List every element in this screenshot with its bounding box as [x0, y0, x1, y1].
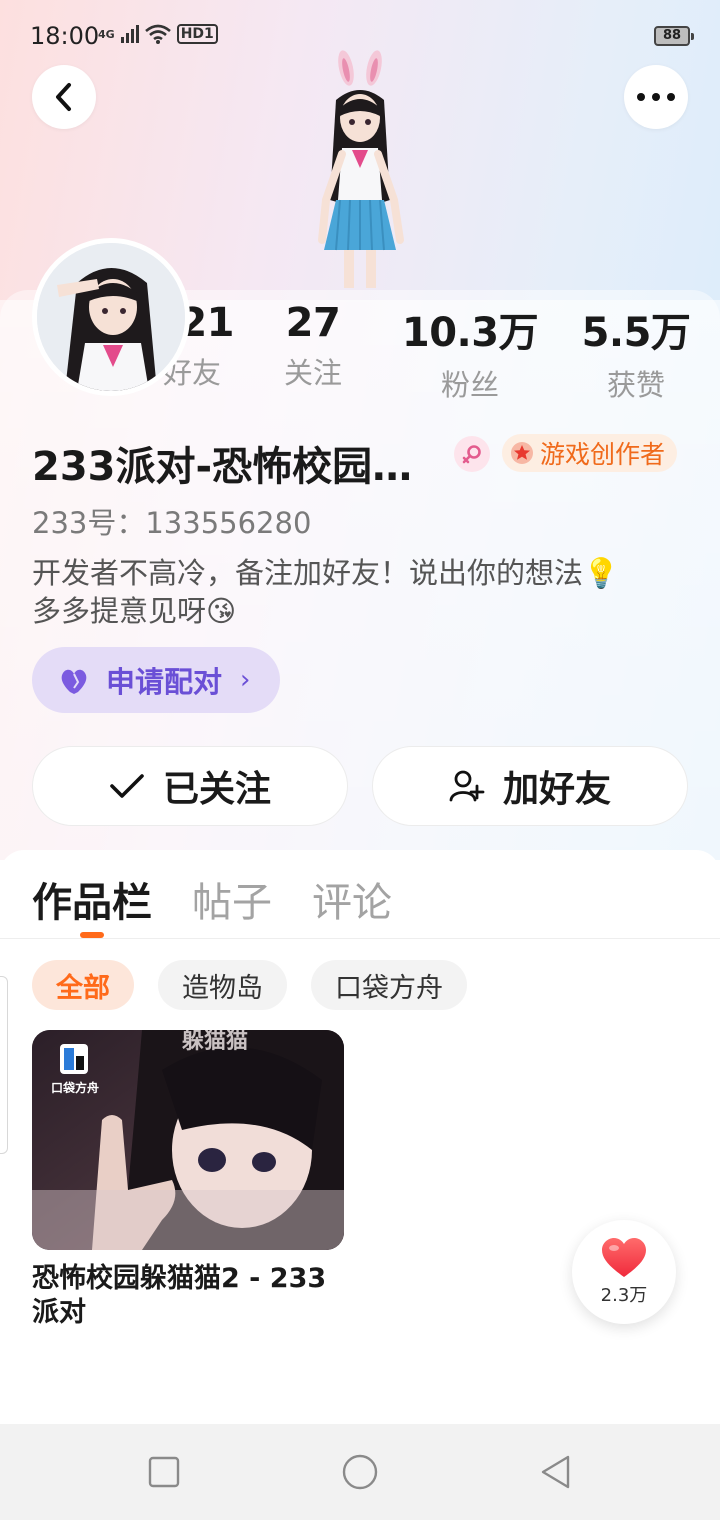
- check-icon: [110, 774, 144, 798]
- username: 233派对-恐怖校园…: [32, 444, 413, 490]
- battery-icon: 88: [654, 26, 694, 46]
- filter-pocket-ark[interactable]: 口袋方舟: [311, 960, 467, 1010]
- tab-works[interactable]: 作品栏: [32, 870, 152, 928]
- stat-label: 获赞: [606, 368, 665, 402]
- avatar-image: [37, 243, 185, 391]
- status-time: 18:00: [30, 22, 100, 50]
- stat-fans[interactable]: 10.3万 粉丝: [400, 300, 540, 404]
- stat-following[interactable]: 27 关注: [270, 300, 356, 392]
- tab-posts[interactable]: 帖子: [192, 870, 272, 928]
- filter-chips: 全部 造物岛 口袋方舟: [32, 960, 467, 1010]
- more-dots-icon: [637, 93, 675, 101]
- heart-icon: [602, 1238, 646, 1277]
- pair-request-label: 申请配对: [106, 665, 223, 699]
- side-drawer-handle[interactable]: [0, 976, 8, 1154]
- followed-label: 已关注: [162, 769, 271, 810]
- stat-value: 10.3万: [401, 310, 539, 356]
- stat-value: 5.5万: [581, 310, 691, 356]
- work-card[interactable]: 躲猫猫 口袋方舟 恐怖校园躲猫猫2 - 233派对: [32, 1030, 344, 1330]
- like-button[interactable]: 2.3万: [572, 1220, 676, 1324]
- creator-badge-label: 游戏创作者: [540, 440, 666, 469]
- back-button[interactable]: [32, 65, 96, 129]
- female-symbol-icon: [462, 445, 481, 464]
- more-button[interactable]: [624, 65, 688, 129]
- signal-icon: [120, 25, 139, 43]
- add-friend-label: 加好友: [502, 769, 611, 810]
- like-count: 2.3万: [600, 1285, 648, 1306]
- stat-label: 关注: [283, 356, 342, 390]
- svg-text:躲猫猫: 躲猫猫: [182, 1030, 248, 1054]
- work-thumbnail: 躲猫猫 口袋方舟: [32, 1030, 344, 1250]
- bio: 开发者不高冷，备注加好友！说出你的想法💡 多多提意见呀😘: [32, 554, 692, 630]
- avatar-character-figure: [318, 50, 404, 288]
- wifi-icon: [144, 24, 171, 44]
- user-id: 233号：133556280: [32, 506, 312, 540]
- add-friend-button[interactable]: 加好友: [372, 746, 688, 826]
- gender-badge: [454, 436, 490, 472]
- star-medal-icon: [511, 442, 533, 464]
- add-user-icon: [449, 770, 485, 802]
- recents-icon[interactable]: [146, 1454, 182, 1490]
- avatar[interactable]: [32, 238, 190, 396]
- heart-pair-icon: [61, 669, 87, 694]
- pair-request-button[interactable]: 申请配对 ›: [32, 647, 280, 713]
- home-icon[interactable]: [342, 1454, 378, 1490]
- work-title: 恐怖校园躲猫猫2 - 233派对: [32, 1263, 327, 1328]
- network-type: 4G: [98, 27, 115, 41]
- back-nav-icon[interactable]: [538, 1454, 574, 1490]
- chevron-left-icon: [56, 83, 71, 111]
- filter-all[interactable]: 全部: [32, 960, 134, 1010]
- stat-likes[interactable]: 5.5万 获赞: [576, 300, 696, 404]
- stat-value: 27: [285, 300, 341, 346]
- bio-line: 多多提意见呀😘: [32, 594, 237, 628]
- tab-comments[interactable]: 评论: [312, 870, 392, 928]
- status-icons: 4G HD1: [98, 24, 218, 44]
- system-nav-bar: [0, 1424, 720, 1520]
- creator-badge[interactable]: 游戏创作者: [502, 434, 678, 472]
- works-section: 作品栏 帖子 评论 全部 造物岛 口袋方舟 躲猫猫 口袋方舟 恐怖校园躲猫猫2 …: [0, 850, 720, 1424]
- pocket-ark-logo: 口袋方舟: [51, 1044, 99, 1095]
- filter-creation-island[interactable]: 造物岛: [158, 960, 287, 1010]
- name-row: 233派对-恐怖校园… 游戏创作者: [32, 430, 692, 490]
- hd-icon: HD1: [176, 24, 218, 44]
- divider: [0, 938, 720, 939]
- stat-label: 粉丝: [440, 368, 499, 402]
- content-tabs: 作品栏 帖子 评论: [32, 870, 392, 928]
- svg-text:口袋方舟: 口袋方舟: [51, 1080, 99, 1095]
- followed-button[interactable]: 已关注: [32, 746, 348, 826]
- chevron-right-icon: ›: [240, 665, 251, 695]
- bio-line: 开发者不高冷，备注加好友！说出你的想法💡: [32, 556, 620, 590]
